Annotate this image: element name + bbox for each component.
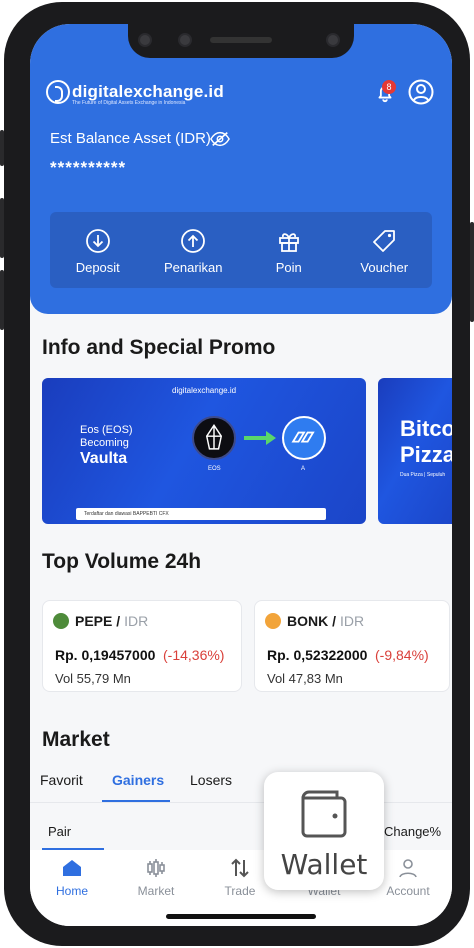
promo2-headline: Bitco Pizza <box>400 416 452 467</box>
nav-trade-label: Trade <box>224 884 256 898</box>
deposit-label: Deposit <box>75 260 120 275</box>
nav-home[interactable]: Home <box>30 856 114 898</box>
profile-avatar-icon[interactable] <box>408 79 434 105</box>
withdraw-button[interactable]: Penarikan <box>146 212 242 288</box>
pair-separator: / <box>328 613 337 629</box>
market-tabs: Favorit Gainers Losers <box>30 772 452 804</box>
notification-badge: 8 <box>382 80 396 94</box>
pair-base: PEPE <box>75 613 113 629</box>
home-indicator <box>166 914 316 919</box>
app-logo: digitalexchange.id The Future of Digital… <box>46 80 224 106</box>
logo-mark-icon <box>46 80 70 104</box>
pair-separator: / <box>112 613 121 629</box>
phone-notch <box>128 24 354 58</box>
camera-dot <box>326 33 340 47</box>
phone-power-button <box>470 222 474 322</box>
tab-losers[interactable]: Losers <box>190 772 232 788</box>
camera-dot <box>138 33 152 47</box>
home-icon <box>63 860 81 876</box>
voucher-button[interactable]: Voucher <box>337 212 433 288</box>
points-label: Poin <box>275 260 302 275</box>
balance-label: Est Balance Asset (IDR) <box>50 130 211 147</box>
vaulta-coin-icon <box>282 416 326 460</box>
top-volume-title: Top Volume 24h <box>42 550 202 573</box>
last-price: Rp. 0,52322000 <box>267 647 368 663</box>
tab-favorit[interactable]: Favorit <box>40 772 83 788</box>
volume-card-bonk[interactable]: BONK / IDR Rp. 0,52322000 (-9,84%) Vol 4… <box>254 600 450 692</box>
wallet-highlight-popup[interactable]: Wallet <box>264 772 384 890</box>
eos-coin-icon <box>192 416 236 460</box>
nav-market-label: Market <box>137 884 175 898</box>
hide-balance-eye-icon[interactable] <box>210 130 230 148</box>
gift-icon <box>278 233 299 252</box>
camera-dot <box>178 33 192 47</box>
pair-name: PEPE / IDR <box>53 613 148 629</box>
download-circle-icon <box>85 229 110 253</box>
price-change: (-14,36%) <box>163 647 225 663</box>
tag-icon <box>373 230 396 252</box>
nav-account-label: Account <box>386 884 430 898</box>
market-title: Market <box>42 728 110 751</box>
pepe-coin-icon <box>53 613 69 629</box>
pair-quote: IDR <box>340 613 365 629</box>
pair-quote: IDR <box>124 613 149 629</box>
phone-volume-up <box>0 198 4 258</box>
pair-base: BONK <box>287 613 329 629</box>
promo-regulator-strip: Terdaftar dan diawasi BAPPEBTI CFX <box>76 508 326 520</box>
phone-volume-down <box>0 270 4 330</box>
points-button[interactable]: Poin <box>241 212 337 288</box>
deposit-button[interactable]: Deposit <box>50 212 146 288</box>
nav-market[interactable]: Market <box>114 856 198 898</box>
column-pair[interactable]: Pair <box>48 824 71 839</box>
bonk-coin-icon <box>265 613 281 629</box>
promo-banner-eos[interactable]: digitalexchange.id Eos (EOS) Becoming Va… <box>42 378 366 524</box>
logo-tagline: The Future of Digital Assets Exchange in… <box>72 100 186 106</box>
balance-value: ********** <box>50 158 127 177</box>
balance-header: digitalexchange.id The Future of Digital… <box>30 24 452 314</box>
withdraw-label: Penarikan <box>163 260 223 275</box>
volume-card-pepe[interactable]: PEPE / IDR Rp. 0,19457000 (-14,36%) Vol … <box>42 600 242 692</box>
speaker-grille <box>210 37 272 43</box>
quick-actions: Deposit Penarikan Poin Voucher <box>50 212 432 288</box>
nav-home-label: Home <box>55 884 88 898</box>
volume-24h: Vol 55,79 Mn <box>55 671 131 686</box>
wallet-icon <box>301 790 347 838</box>
phone-frame: digitalexchange.id The Future of Digital… <box>0 2 474 946</box>
promo-line1: Eos (EOS) <box>80 424 133 436</box>
promo-brand: digitalexchange.id <box>172 386 237 395</box>
price-change: (-9,84%) <box>375 647 429 663</box>
trade-arrows-icon <box>231 858 249 878</box>
arrow-right-icon <box>244 431 276 445</box>
logo-text: digitalexchange.id <box>72 82 224 101</box>
upload-circle-icon <box>181 229 206 253</box>
coin-from-label: EOS <box>208 466 221 472</box>
promo-section-title: Info and Special Promo <box>42 336 276 359</box>
wallet-popup-label: Wallet <box>280 848 368 881</box>
coin-to-label: A <box>301 466 306 472</box>
tabs-divider <box>30 802 452 803</box>
pair-name: BONK / IDR <box>265 613 364 629</box>
phone-side-button <box>0 130 4 166</box>
promo2-sub: Dua Pizza | Sepuluh <box>400 472 446 478</box>
promo-line2: Becoming <box>80 437 129 449</box>
person-icon <box>399 859 417 878</box>
column-change[interactable]: Change% <box>384 824 441 839</box>
candlestick-icon <box>147 859 165 877</box>
promo-headline: Vaulta <box>80 450 128 467</box>
tab-gainers[interactable]: Gainers <box>112 772 164 788</box>
volume-24h: Vol 47,83 Mn <box>267 671 343 686</box>
promo-banner-pizza[interactable]: Bitco Pizza Dua Pizza | Sepuluh <box>378 378 452 524</box>
app-screen: digitalexchange.id The Future of Digital… <box>30 24 452 926</box>
last-price: Rp. 0,19457000 <box>55 647 156 663</box>
voucher-label: Voucher <box>360 260 409 275</box>
